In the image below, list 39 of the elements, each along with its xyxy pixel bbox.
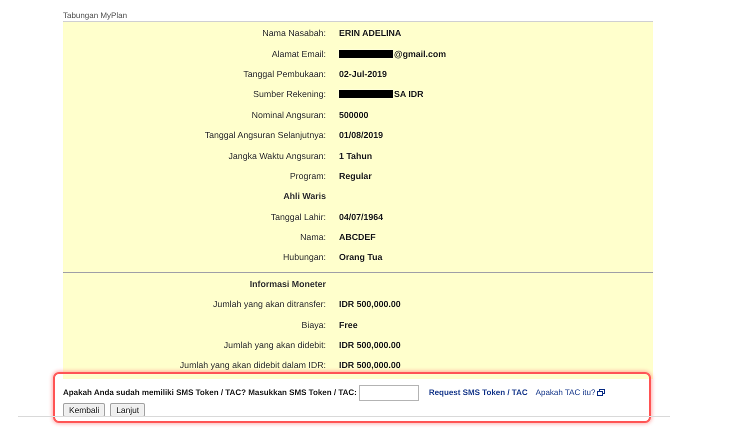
- section-heading: Informasi Moneter: [248, 278, 327, 289]
- form-button[interactable]: Kembali: [63, 402, 106, 417]
- field-value: ERIN ADELINA: [339, 28, 402, 38]
- field-label: Nominal Angsuran:: [250, 110, 327, 120]
- field-value: 01/08/2019: [339, 130, 384, 140]
- field-value: 500000: [339, 110, 368, 120]
- external-link-icon: [597, 389, 606, 396]
- tac-input-field[interactable]: [358, 384, 419, 401]
- field-label: Nama:: [299, 232, 327, 242]
- field-value: @gmail.com: [394, 48, 446, 59]
- field-label: Jumlah yang akan ditransfer:: [212, 299, 327, 310]
- field-value: ABCDEF: [339, 232, 376, 242]
- field-label: Tanggal Angsuran Selanjutnya:: [204, 130, 327, 140]
- field-value: 02-Jul-2019: [339, 68, 387, 79]
- request-token-link[interactable]: Request SMS Token / TAC: [428, 388, 528, 398]
- field-value: Free: [339, 320, 358, 330]
- field-value: Regular: [339, 170, 372, 181]
- field-label: Jangka Waktu Angsuran:: [228, 150, 327, 161]
- field-value: IDR 500,000.00: [339, 340, 401, 350]
- field-value: SA IDR: [394, 89, 424, 100]
- field-value: 1 Tahun: [339, 150, 372, 161]
- field-label: Jumlah yang akan didebit:: [222, 340, 327, 350]
- tac-prompt: Apakah Anda sudah memiliki SMS Token / TAC? Masukkan SMS Token / TAC:: [63, 388, 357, 398]
- field-value: IDR 500,000.00: [339, 360, 401, 370]
- field-label: Biaya:: [300, 320, 327, 330]
- field-label: Tanggal Pembukaan:: [242, 68, 327, 79]
- field-value: Orang Tua: [339, 252, 382, 262]
- field-label: Alamat Email:: [270, 48, 327, 59]
- field-value: IDR 500,000.00: [339, 299, 401, 310]
- field-label: Hubungan:: [282, 252, 327, 262]
- tac-help-link[interactable]: Apakah TAC itu?: [536, 388, 596, 398]
- form-button[interactable]: Lanjut: [110, 402, 146, 417]
- field-value: 04/07/1964: [339, 212, 384, 222]
- field-label: Tanggal Lahir:: [270, 212, 327, 222]
- field-label: Program:: [288, 170, 327, 181]
- section-heading: Ahli Waris: [282, 191, 327, 202]
- field-label: Sumber Rekening:: [252, 89, 327, 100]
- field-label: Jumlah yang akan didebit dalam IDR:: [178, 360, 327, 370]
- field-label: Nama Nasabah:: [261, 28, 327, 38]
